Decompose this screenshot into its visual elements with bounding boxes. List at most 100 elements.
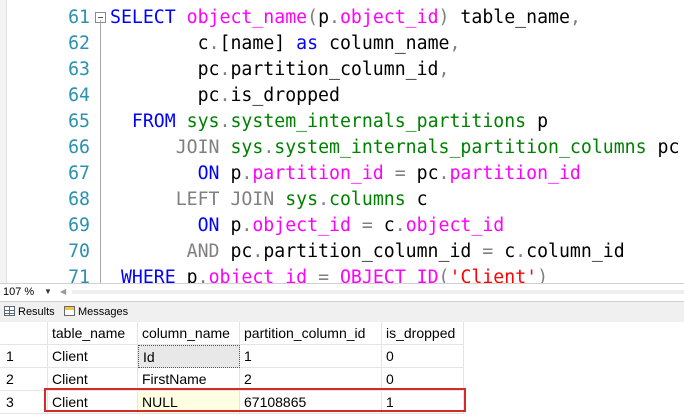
code-line[interactable]: 70 AND pc.partition_column_id = c.column… [0, 239, 684, 265]
code-token: ) [537, 267, 549, 283]
code-token: . [394, 215, 406, 236]
code-token: . [241, 163, 253, 184]
scroll-left-icon[interactable]: ◀ [60, 286, 66, 298]
sql-editor[interactable]: 61 SELECT object_name(p.object_id) table_… [0, 0, 684, 283]
code-token: = [383, 163, 417, 184]
code-line[interactable]: 68 LEFT JOIN sys.columns c [0, 187, 684, 213]
code-line[interactable]: 65 FROM sys.system_internals_partitions … [0, 109, 684, 135]
column-header[interactable]: column_name [138, 322, 240, 345]
fold-guide [100, 20, 101, 283]
code-token: ( [438, 267, 450, 283]
code-line[interactable]: 64 pc.is_dropped [0, 83, 684, 109]
code-token: . [438, 163, 450, 184]
table-cell[interactable]: Client [48, 345, 138, 368]
code-token: ( [307, 7, 319, 28]
column-header[interactable]: table_name [48, 322, 138, 345]
code-token: object_id [339, 7, 439, 28]
code-token: p [230, 163, 242, 184]
code-text: ON p.object_id = c.object_id [110, 213, 505, 239]
line-number: 68 [68, 189, 90, 210]
zoom-level[interactable]: 107 % [3, 285, 34, 299]
code-token: SELECT [110, 7, 187, 28]
code-token: is_dropped [230, 85, 340, 106]
line-number: 70 [68, 241, 90, 262]
line-number: 69 [68, 215, 90, 236]
code-token: pc [646, 137, 680, 158]
results-grid[interactable]: table_name column_name partition_column_… [0, 322, 684, 420]
code-text: WHERE p.object_id = OBJECT_ID('Client') [110, 265, 548, 283]
column-header[interactable]: partition_column_id [240, 322, 382, 345]
code-line[interactable]: 63 pc.partition_column_id, [0, 57, 684, 83]
code-token: pc [110, 85, 220, 106]
code-token: column_name [318, 33, 450, 54]
tab-messages[interactable]: Messages [64, 304, 128, 320]
tab-results[interactable]: Results [4, 304, 55, 320]
code-token: OBJECT_ID [339, 267, 439, 283]
code-token: sys [285, 189, 319, 210]
code-text: pc.partition_column_id, [110, 57, 450, 83]
code-text: LEFT JOIN sys.columns c [110, 187, 428, 213]
code-token: object_id [252, 215, 351, 236]
line-number: 63 [68, 59, 90, 80]
code-token: partition_id [449, 163, 581, 184]
table-cell[interactable]: 0 [382, 368, 464, 391]
messages-icon [64, 306, 75, 316]
table-cell[interactable]: Client [48, 391, 138, 414]
row-number[interactable]: 2 [0, 368, 48, 391]
table-cell[interactable]: Client [48, 368, 138, 391]
horizontal-scrollbar[interactable] [72, 290, 684, 294]
code-token: as [296, 33, 319, 54]
table-row[interactable]: 3 Client NULL 67108865 1 [0, 391, 470, 414]
null-cell[interactable]: NULL [138, 391, 240, 414]
code-token: . [329, 7, 340, 28]
code-line[interactable]: 67 ON p.partition_id = pc.partition_id [0, 161, 684, 187]
code-token: = [350, 215, 384, 236]
column-header[interactable]: is_dropped [382, 322, 464, 345]
table-cell[interactable]: 0 [382, 345, 464, 368]
row-number[interactable]: 1 [0, 345, 48, 368]
line-number: 71 [68, 267, 90, 283]
table-cell[interactable]: 67108865 [240, 391, 382, 414]
code-token: columns [329, 189, 406, 210]
table-cell[interactable]: 2 [240, 368, 382, 391]
code-token: p [230, 215, 242, 236]
code-token: JOIN [110, 137, 231, 158]
code-token: = [471, 241, 505, 262]
code-token: table_name [449, 7, 570, 28]
line-number: 65 [68, 111, 90, 132]
code-line[interactable]: 61 SELECT object_name(p.object_id) table_… [0, 5, 684, 31]
table-cell[interactable]: 1 [382, 391, 464, 414]
code-token: object_name [186, 7, 308, 28]
line-number: 66 [68, 137, 90, 158]
zoom-dropdown-icon[interactable]: ▼ [44, 286, 52, 298]
code-token: c [383, 215, 395, 236]
code-token: c [405, 189, 428, 210]
code-token: c [504, 241, 516, 262]
table-cell[interactable]: FirstName [138, 368, 240, 391]
row-number[interactable]: 3 [0, 391, 48, 414]
code-line[interactable]: 69 ON p.object_id = c.object_id [0, 213, 684, 239]
table-cell-selected[interactable]: Id [138, 345, 240, 368]
code-line[interactable]: 66 JOIN sys.system_internals_partition_c… [0, 135, 684, 161]
header-row: table_name column_name partition_column_… [0, 322, 470, 345]
code-line[interactable]: 62 c.[name] as column_name, [0, 31, 684, 57]
table-row[interactable]: 2 Client FirstName 2 0 [0, 368, 470, 391]
code-token: partition_column_id [263, 241, 472, 262]
code-token: pc [416, 163, 439, 184]
code-text: ON p.partition_id = pc.partition_id [110, 161, 581, 187]
code-token: . [219, 59, 231, 80]
code-token: c [110, 33, 209, 54]
code-token: . [263, 137, 275, 158]
code-token: p [318, 7, 330, 28]
code-token: object_id [405, 215, 505, 236]
code-token: AND [110, 241, 231, 262]
code-token: , [569, 7, 581, 28]
tab-messages-label: Messages [78, 306, 129, 318]
results-tabs: Results Messages [0, 301, 684, 323]
code-token: . [241, 215, 253, 236]
table-cell[interactable]: 1 [240, 345, 382, 368]
table-row[interactable]: 1 Client Id 1 0 [0, 345, 470, 368]
code-token: , [438, 59, 450, 80]
row-number-header[interactable] [0, 322, 48, 345]
code-line[interactable]: 71 WHERE p.object_id = OBJECT_ID('Client… [0, 265, 684, 283]
